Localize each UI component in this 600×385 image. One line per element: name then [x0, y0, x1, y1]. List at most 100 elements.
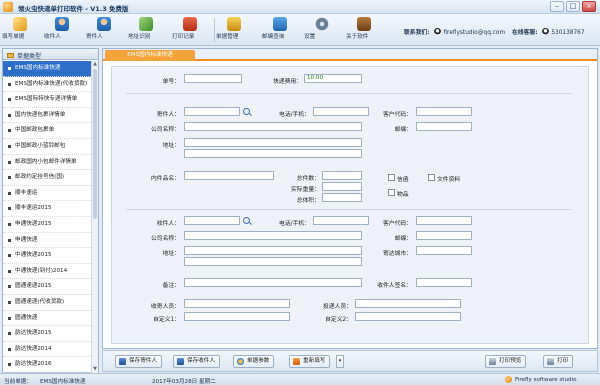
- sidebar-item-label: EMS国内标准快递: [15, 65, 61, 71]
- address-input-2[interactable]: [184, 149, 362, 158]
- printer-icon: [547, 358, 554, 365]
- toolbar-settings-button[interactable]: 设置: [304, 16, 340, 44]
- sidebar-item[interactable]: 邮政国内小包邮件详情单: [3, 155, 93, 171]
- total-count-input[interactable]: [322, 171, 362, 180]
- bullet-icon: [8, 67, 11, 70]
- goods-checkbox-label: 物品: [397, 192, 409, 198]
- sidebar-item[interactable]: 中国邮政小蓝铃邮包: [3, 139, 93, 155]
- section-divider: [126, 93, 572, 94]
- customer-code-input[interactable]: [416, 107, 472, 116]
- app-window: 领火虫快递单打印软件 - V1.3 免费版 – □ × 填写单据 收件人 寄件人…: [0, 0, 600, 385]
- sender-phone-input[interactable]: [313, 107, 369, 116]
- courier-input[interactable]: [184, 299, 290, 308]
- qq-icon: [542, 28, 550, 35]
- toolbar-print-record-button[interactable]: 打印记录: [172, 16, 208, 44]
- sidebar-item[interactable]: EMS国际特快专递详情单: [3, 92, 93, 108]
- print-preview-icon: [489, 358, 496, 365]
- package-params-button[interactable]: 单据参数: [233, 355, 275, 368]
- order-no-input[interactable]: [184, 74, 242, 83]
- sidebar-item[interactable]: 申通快递: [3, 233, 93, 249]
- doc-checkbox[interactable]: [388, 174, 395, 181]
- maximize-button[interactable]: □: [566, 1, 580, 12]
- bullet-icon: [8, 285, 11, 289]
- search-sender-icon[interactable]: [243, 108, 250, 115]
- sender-input[interactable]: [184, 107, 240, 116]
- scroll-down-icon[interactable]: ▼: [93, 367, 97, 372]
- sidebar-item[interactable]: 圆通快递: [3, 311, 93, 327]
- postcode-label: 邮编：: [394, 127, 412, 133]
- total-volume-input[interactable]: [322, 193, 362, 202]
- save-recipient-label: 保存收件人: [187, 358, 215, 364]
- search-recipient-icon[interactable]: [243, 217, 250, 224]
- print-button[interactable]: 打印: [543, 355, 574, 368]
- recipient-phone-input[interactable]: [313, 216, 369, 225]
- recipient-customer-code-input[interactable]: [416, 216, 472, 225]
- toolbar-sender-button[interactable]: 寄件人: [86, 16, 122, 44]
- sidebar-item[interactable]: EMS国内标准快递: [3, 61, 93, 77]
- recipient-postcode-input[interactable]: [416, 231, 472, 240]
- toolbar-label: 打印记录: [172, 34, 195, 40]
- note-input[interactable]: [184, 278, 362, 287]
- sidebar-item[interactable]: 圆通速递(代收货款): [3, 295, 93, 311]
- sidebar-item[interactable]: 中通快递2015: [3, 248, 93, 264]
- recipient-company-input[interactable]: [184, 231, 362, 240]
- goods-checkbox[interactable]: [388, 189, 395, 196]
- minimize-button[interactable]: –: [550, 1, 564, 12]
- save-recipient-button[interactable]: 保存收件人: [173, 355, 220, 368]
- recipient-input[interactable]: [184, 216, 240, 225]
- content-label: 内件品名：: [151, 176, 180, 182]
- delivery-input[interactable]: [355, 299, 461, 308]
- toolbar-document-manage-button[interactable]: 单据管理: [216, 16, 252, 44]
- toolbar-fill-form-button[interactable]: 填写单据: [2, 16, 38, 44]
- sidebar-item[interactable]: 韵达快递2014: [3, 342, 93, 358]
- save-sender-button[interactable]: 保存寄件人: [115, 355, 162, 368]
- custom1-input[interactable]: [184, 312, 290, 321]
- recipient-postcode-label: 邮编：: [394, 236, 412, 242]
- package-params-label: 单据参数: [247, 358, 270, 364]
- toolbar-recipient-button[interactable]: 收件人: [44, 16, 80, 44]
- sidebar-item-label: 邮政国内小包邮件详情单: [15, 158, 77, 165]
- address-input-1[interactable]: [184, 138, 362, 147]
- recipient-address-input-2[interactable]: [184, 257, 362, 266]
- dest-city-input[interactable]: [416, 246, 472, 255]
- sidebar-item[interactable]: 顺丰速运2015: [3, 201, 93, 217]
- actual-weight-input[interactable]: [322, 182, 362, 191]
- close-button[interactable]: ×: [582, 1, 596, 12]
- company-input[interactable]: [184, 122, 362, 131]
- toolbar-separator: [214, 18, 215, 42]
- main-panel: EMS国内标准快递 单号： 快递费用： 10.00 寄件人： 电话/手机： 客户…: [102, 48, 598, 349]
- sidebar-item[interactable]: 中国邮政包裹单: [3, 123, 93, 139]
- toolbar-address-recognize-button[interactable]: 地址识别: [128, 16, 164, 44]
- sidebar-item[interactable]: 申通快递2015: [3, 217, 93, 233]
- sidebar-item[interactable]: 圆通速递2015: [3, 279, 93, 295]
- file-checkbox[interactable]: [428, 174, 435, 181]
- print-preview-button[interactable]: 打印预览: [485, 355, 527, 368]
- sidebar-item[interactable]: EMS国内标准快递(代收货款): [3, 77, 93, 93]
- sidebar-item[interactable]: 韵达快递2016: [3, 357, 93, 373]
- sidebar-item[interactable]: 国内快递包裹详情单: [3, 108, 93, 124]
- scroll-up-icon[interactable]: ▲: [93, 62, 97, 67]
- refill-button[interactable]: 重新填写: [289, 355, 331, 368]
- tab-ems-standard[interactable]: EMS国内标准快递: [105, 50, 195, 61]
- sidebar-item[interactable]: 韵达快递2015: [3, 326, 93, 342]
- support-qq[interactable]: 530138767: [551, 30, 584, 36]
- postcode-input[interactable]: [416, 122, 472, 131]
- scrollbar-thumb[interactable]: [93, 69, 97, 219]
- toolbar-label: 收件人: [44, 34, 61, 40]
- content-input[interactable]: [184, 171, 274, 180]
- sidebar-scrollbar[interactable]: ▲ ▼: [91, 61, 98, 373]
- sidebar-item[interactable]: 中通快递(到付)2014: [3, 264, 93, 280]
- fee-input[interactable]: 10.00: [304, 74, 362, 83]
- sidebar-item[interactable]: 顺丰速运: [3, 186, 93, 202]
- recipient-sign-input[interactable]: [416, 278, 472, 287]
- bullet-icon: [8, 176, 11, 180]
- custom2-input[interactable]: [355, 312, 461, 321]
- bullet-icon: [8, 144, 11, 148]
- sidebar-item[interactable]: 邮政约定挂号信(国): [3, 170, 93, 186]
- toolbar-about-button[interactable]: 关于软件: [346, 16, 382, 44]
- toolbar-postcode-query-button[interactable]: 邮编查询: [262, 16, 298, 44]
- recipient-address-input-1[interactable]: [184, 246, 362, 255]
- support-info: 在线客服: 530138767: [512, 27, 585, 36]
- contact-email[interactable]: fireflystudio@qq.com: [443, 30, 505, 36]
- refill-dropdown-button[interactable]: ▾: [336, 355, 344, 368]
